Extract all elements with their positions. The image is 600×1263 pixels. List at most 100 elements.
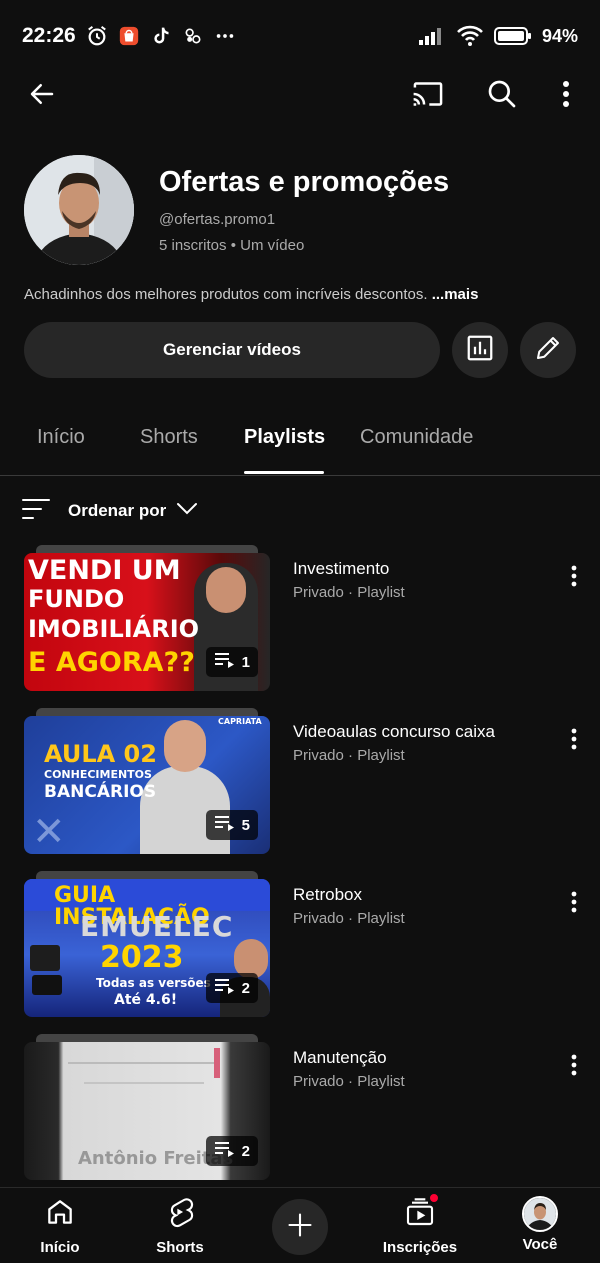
playlist-icon	[214, 978, 236, 998]
playlist-title[interactable]: Retrobox	[293, 885, 362, 905]
app-icon	[182, 25, 204, 47]
video-count: 1	[241, 653, 250, 671]
playlist-item[interactable]: VENDI UM FUNDO IMOBILIÁRIO E AGORA?? 1 I…	[0, 545, 600, 703]
thumb-text: Todas as versões	[96, 976, 211, 990]
sort-label: Ordenar por	[68, 501, 167, 520]
top-app-bar	[0, 72, 600, 116]
playlist-thumbnail[interactable]: VENDI UM FUNDO IMOBILIÁRIO E AGORA?? 1	[24, 553, 270, 691]
video-count-badge: 2	[205, 973, 258, 1003]
tab-playlists[interactable]: Playlists	[244, 426, 325, 449]
profile-avatar-icon	[522, 1196, 558, 1232]
playlist-thumbnail[interactable]: Antônio Freitas 2	[24, 1042, 270, 1180]
more-vert-icon[interactable]	[562, 1050, 586, 1080]
notification-dot	[428, 1192, 440, 1204]
tiktok-icon	[150, 25, 172, 47]
more-link[interactable]: ...mais	[432, 286, 479, 303]
channel-handle: @ofertas.promo1	[159, 211, 276, 228]
person-face	[164, 720, 206, 772]
status-time: 22:26	[22, 24, 76, 47]
tab-comunidade[interactable]: Comunidade	[360, 426, 473, 449]
nav-inicio[interactable]: Início	[10, 1196, 110, 1256]
description-text: Achadinhos dos melhores produtos com inc…	[24, 286, 428, 303]
shorts-icon	[164, 1196, 196, 1233]
playlist-item[interactable]: GUIA INSTALAÇÃO EMUELEC 2023 Todas as ve…	[0, 871, 600, 1029]
thumb-text: Até 4.6!	[114, 992, 178, 1008]
active-tab-indicator	[244, 471, 324, 474]
tab-shorts[interactable]: Shorts	[140, 426, 198, 449]
tab-inicio[interactable]: Início	[37, 426, 85, 449]
nav-label: Início	[40, 1239, 80, 1256]
back-arrow-icon[interactable]	[20, 72, 64, 116]
sort-icon	[22, 498, 50, 525]
subscriptions-icon	[404, 1192, 440, 1233]
cast-icon[interactable]	[406, 72, 450, 116]
more-vert-icon[interactable]	[544, 72, 588, 116]
playlist-subtitle: Privado · Playlist	[293, 1073, 405, 1090]
battery-icon	[493, 25, 532, 47]
playlist-thumbnail[interactable]: AULA 02 CONHECIMENTOS BANCÁRIOS CAPRIATA…	[24, 716, 270, 854]
thumb-text: E AGORA??	[28, 647, 195, 678]
sort-button[interactable]: Ordenar por	[22, 496, 198, 526]
pencil-icon	[533, 333, 563, 368]
video-count-badge: 2	[205, 1136, 258, 1166]
playlist-icon	[214, 1141, 236, 1161]
playlist-icon	[214, 652, 236, 672]
video-count: 5	[241, 816, 250, 834]
nav-inscricoes[interactable]: Inscrições	[370, 1192, 470, 1256]
more-dots-icon	[214, 25, 236, 47]
playlist-title[interactable]: Investimento	[293, 559, 389, 579]
chevron-down-icon	[176, 502, 198, 521]
paper-line	[68, 1062, 218, 1064]
playlist-subtitle: Privado · Playlist	[293, 584, 405, 601]
more-vert-icon[interactable]	[562, 724, 586, 754]
thumb-text: VENDI UM	[28, 555, 181, 586]
channel-description[interactable]: Achadinhos dos melhores produtos com inc…	[24, 286, 478, 303]
channel-tabs: Início Shorts Playlists Comunidade	[0, 410, 600, 476]
nav-shorts[interactable]: Shorts	[130, 1196, 230, 1256]
thumb-text: FUNDO	[28, 585, 125, 613]
person-face	[206, 567, 246, 613]
paper-line	[84, 1082, 204, 1084]
video-count: 2	[241, 1142, 250, 1160]
create-button[interactable]	[272, 1199, 328, 1255]
create-plus-icon	[286, 1211, 314, 1244]
status-bar: 22:26 94%	[0, 0, 600, 72]
playlist-subtitle: Privado · Playlist	[293, 747, 405, 764]
video-count-badge: 1	[205, 647, 258, 677]
paper-mark	[214, 1048, 220, 1078]
thumb-text: 2023	[100, 940, 184, 975]
thumb-text: CONHECIMENTOS	[44, 768, 152, 781]
x-logo: ✕	[32, 809, 66, 854]
wifi-icon	[456, 25, 484, 47]
search-icon[interactable]	[480, 72, 524, 116]
edit-channel-button[interactable]	[520, 322, 576, 378]
playlist-title[interactable]: Videoaulas concurso caixa	[293, 722, 495, 742]
home-icon	[44, 1196, 76, 1233]
playlist-icon	[214, 815, 236, 835]
nav-label: Shorts	[156, 1239, 204, 1256]
tv-box-image	[30, 945, 60, 971]
tv-box-image	[32, 975, 62, 995]
channel-name: Ofertas e promoções	[159, 166, 450, 198]
alarm-icon	[86, 25, 108, 47]
thumb-text: EMUELEC	[80, 910, 234, 943]
thumb-text: AULA 02	[44, 740, 157, 768]
playlist-title[interactable]: Manutenção	[293, 1048, 387, 1068]
channel-avatar[interactable]	[24, 155, 134, 265]
analytics-button[interactable]	[452, 322, 508, 378]
more-vert-icon[interactable]	[562, 887, 586, 917]
thumb-text: IMOBILIÁRIO	[28, 615, 200, 643]
battery-percent: 94%	[541, 25, 578, 46]
nav-voce[interactable]: Você	[490, 1196, 590, 1253]
manage-videos-button[interactable]: Gerenciar vídeos	[24, 322, 440, 378]
nav-label: Você	[522, 1236, 558, 1253]
channel-meta: 5 inscritos • Um vídeo	[159, 237, 305, 254]
video-count: 2	[241, 979, 250, 997]
thumb-text: CAPRIATA	[218, 717, 262, 726]
shopee-icon	[118, 25, 140, 47]
more-vert-icon[interactable]	[562, 561, 586, 591]
playlist-subtitle: Privado · Playlist	[293, 910, 405, 927]
playlist-thumbnail[interactable]: GUIA INSTALAÇÃO EMUELEC 2023 Todas as ve…	[24, 879, 270, 1017]
playlist-item[interactable]: AULA 02 CONHECIMENTOS BANCÁRIOS CAPRIATA…	[0, 708, 600, 866]
playlist-item[interactable]: Antônio Freitas 2 Manutenção Privado · P…	[0, 1034, 600, 1192]
